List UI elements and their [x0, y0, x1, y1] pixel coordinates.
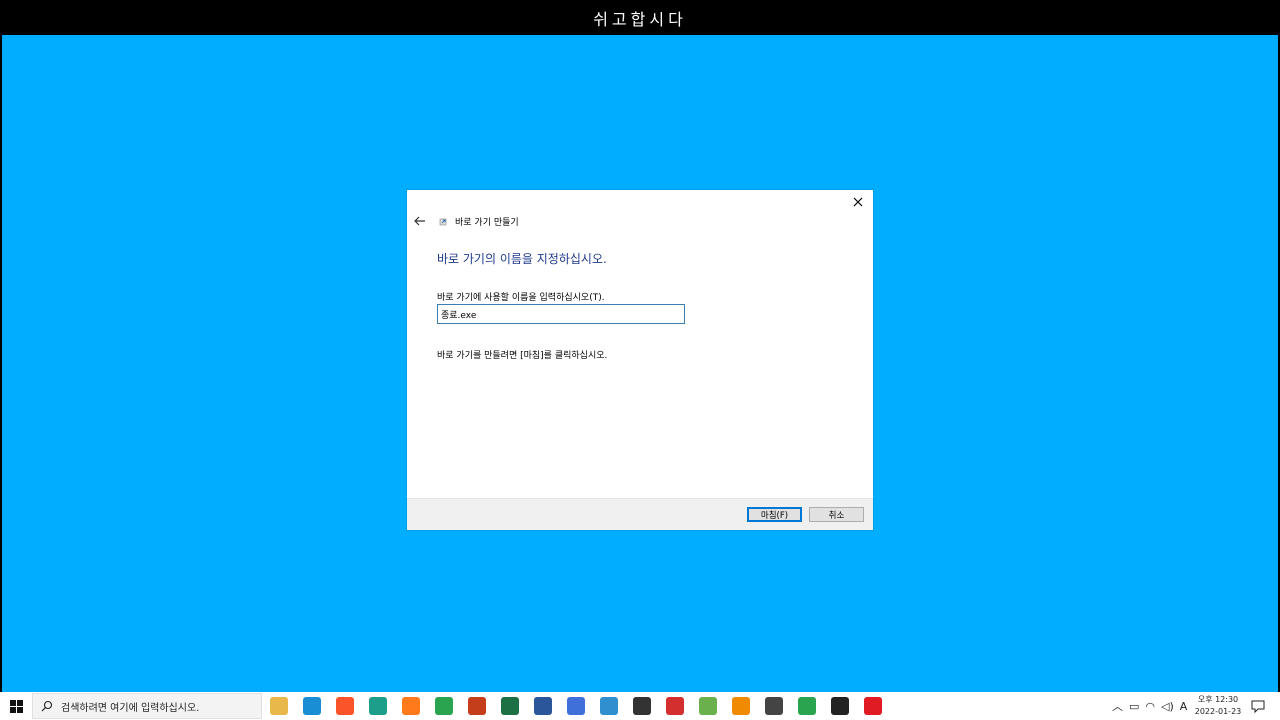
brave-icon[interactable]	[336, 697, 354, 715]
clock-time: 오후 12:30	[1197, 695, 1239, 704]
name-prompt-label: 바로 가기에 사용할 이름을 입력하십시오(T).	[437, 293, 605, 303]
finish-button[interactable]: 마침(F)	[747, 507, 802, 522]
taskbar: 검색하려면 여기에 입력하십시오. ︿ ▭ ◠ ◁) A 오후 12:30 20…	[0, 692, 1280, 720]
cancel-button[interactable]: 취소	[809, 507, 864, 522]
ime-indicator[interactable]: A	[1180, 700, 1188, 713]
wizard-title: 바로 가기 만들기	[455, 217, 519, 228]
close-button[interactable]	[849, 193, 867, 211]
edge-icon[interactable]	[303, 697, 321, 715]
app-blue-icon[interactable]	[567, 697, 585, 715]
search-icon	[41, 700, 53, 712]
app-green-icon[interactable]	[699, 697, 717, 715]
search-placeholder: 검색하려면 여기에 입력하십시오.	[61, 702, 200, 714]
calculator-icon[interactable]	[765, 697, 783, 715]
taskbar-search-box[interactable]: 검색하려면 여기에 입력하십시오.	[32, 693, 262, 719]
start-button[interactable]	[4, 696, 28, 716]
finish-hint-text: 바로 가기를 만들려면 [마침]를 클릭하십시오.	[437, 351, 608, 361]
chrome-icon[interactable]	[435, 697, 453, 715]
close-icon	[853, 197, 863, 207]
wizard-header: 바로 가기 만들기	[413, 212, 519, 230]
button-bar: 마침(F) 취소	[407, 498, 873, 530]
powerpoint-icon[interactable]	[468, 697, 486, 715]
clock-date: 2022-01-23	[1194, 707, 1242, 716]
opera-icon[interactable]	[864, 697, 882, 715]
shortcut-icon	[439, 218, 447, 226]
wifi-icon[interactable]: ◠	[1145, 700, 1155, 713]
create-shortcut-dialog: 바로 가기 만들기 바로 가기의 이름을 지정하십시오. 바로 가기에 사용할 …	[407, 190, 873, 530]
main-heading: 바로 가기의 이름을 지정하십시오.	[437, 252, 607, 266]
volume-icon[interactable]: ◁)	[1161, 700, 1174, 713]
app-se-icon[interactable]	[666, 697, 684, 715]
app-monitor-icon[interactable]	[600, 697, 618, 715]
excel-icon[interactable]	[501, 697, 519, 715]
banner-text: 쉬고합시다	[593, 9, 687, 29]
windows-logo-icon	[9, 699, 23, 713]
shortcut-name-input[interactable]	[437, 304, 685, 324]
search-tool-icon[interactable]	[633, 697, 651, 715]
chrome-alt-icon[interactable]	[798, 697, 816, 715]
vlc-icon[interactable]	[732, 697, 750, 715]
file-explorer-icon[interactable]	[270, 697, 288, 715]
sticky-notes-icon[interactable]	[831, 697, 849, 715]
back-button[interactable]	[413, 214, 427, 228]
top-banner: 쉬고합시다	[0, 0, 1280, 35]
notification-icon[interactable]	[1250, 698, 1266, 714]
app-teal-icon[interactable]	[369, 697, 387, 715]
chevron-up-icon[interactable]: ︿	[1112, 698, 1123, 714]
back-arrow-icon	[414, 216, 425, 226]
firefox-icon[interactable]	[402, 697, 420, 715]
system-tray: ︿ ▭ ◠ ◁) A	[1112, 692, 1193, 720]
taskbar-clock[interactable]: 오후 12:30 2022-01-23	[1192, 694, 1244, 718]
word-icon[interactable]	[534, 697, 552, 715]
device-icon[interactable]: ▭	[1129, 700, 1139, 713]
